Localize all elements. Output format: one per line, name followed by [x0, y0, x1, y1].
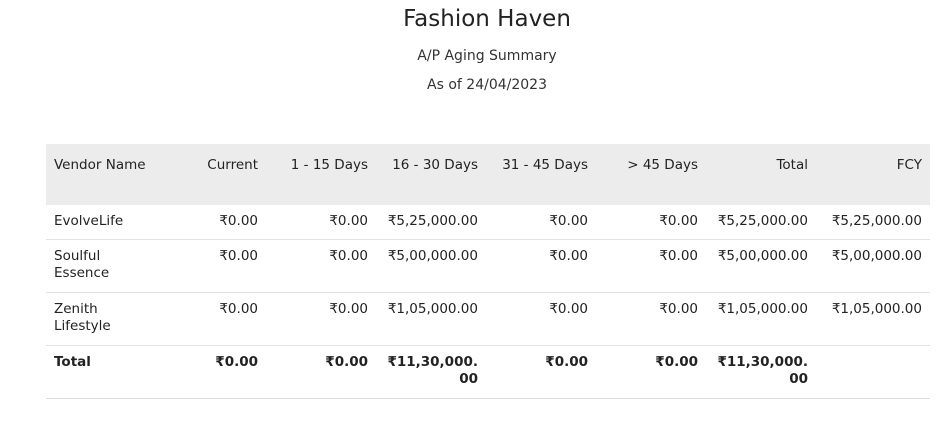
total-days-31-45-cell: ₹0.00: [486, 345, 596, 399]
days-1-15-cell: ₹0.00: [266, 292, 376, 346]
fcy-cell: ₹5,25,000.00: [816, 205, 930, 240]
days-16-30-cell: ₹1,05,000.00: [376, 292, 486, 346]
fcy-cell: ₹5,00,000.00: [816, 239, 930, 293]
days-1-15-cell: ₹0.00: [266, 205, 376, 240]
column-header-total: Total: [706, 144, 816, 205]
total-row: Total ₹0.00 ₹0.00 ₹11,30,000.00 ₹0.00 ₹0…: [46, 345, 930, 399]
total-cell: ₹1,05,000.00: [706, 292, 816, 346]
days-31-45-cell: ₹0.00: [486, 292, 596, 346]
total-days-1-15-cell: ₹0.00: [266, 345, 376, 399]
company-name: Fashion Haven: [403, 6, 571, 32]
vendor-name-cell[interactable]: Soulful Essence: [46, 239, 156, 293]
vendor-name-cell[interactable]: EvolveLife: [46, 205, 156, 240]
days-1-15-cell: ₹0.00: [266, 239, 376, 293]
table-header-row: Vendor Name Current 1 - 15 Days 16 - 30 …: [46, 144, 930, 205]
report-date: As of 24/04/2023: [427, 77, 547, 93]
column-header-over-45-days: > 45 Days: [596, 144, 706, 205]
table-row: Zenith Lifestyle ₹0.00 ₹0.00 ₹1,05,000.0…: [46, 292, 930, 346]
current-cell: ₹0.00: [156, 239, 266, 293]
column-header-vendor: Vendor Name: [46, 144, 156, 205]
total-label: Total: [46, 345, 156, 399]
report-title: A/P Aging Summary: [417, 48, 557, 64]
total-fcy-cell: [816, 345, 930, 399]
column-header-current: Current: [156, 144, 266, 205]
days-31-45-cell: ₹0.00: [486, 205, 596, 240]
total-days-16-30-cell: ₹11,30,000.00: [376, 345, 486, 399]
total-current-cell: ₹0.00: [156, 345, 266, 399]
total-total-cell: ₹11,30,000.00: [706, 345, 816, 399]
total-cell: ₹5,25,000.00: [706, 205, 816, 240]
current-cell: ₹0.00: [156, 292, 266, 346]
column-header-1-15-days: 1 - 15 Days: [266, 144, 376, 205]
fcy-cell: ₹1,05,000.00: [816, 292, 930, 346]
aging-summary-table: Vendor Name Current 1 - 15 Days 16 - 30 …: [46, 144, 930, 399]
table-row: EvolveLife ₹0.00 ₹0.00 ₹5,25,000.00 ₹0.0…: [46, 205, 930, 240]
days-16-30-cell: ₹5,25,000.00: [376, 205, 486, 240]
days-16-30-cell: ₹5,00,000.00: [376, 239, 486, 293]
current-cell: ₹0.00: [156, 205, 266, 240]
column-header-16-30-days: 16 - 30 Days: [376, 144, 486, 205]
days-31-45-cell: ₹0.00: [486, 239, 596, 293]
column-header-31-45-days: 31 - 45 Days: [486, 144, 596, 205]
days-over-45-cell: ₹0.00: [596, 292, 706, 346]
days-over-45-cell: ₹0.00: [596, 205, 706, 240]
total-cell: ₹5,00,000.00: [706, 239, 816, 293]
table-row: Soulful Essence ₹0.00 ₹0.00 ₹5,00,000.00…: [46, 239, 930, 293]
vendor-name-cell[interactable]: Zenith Lifestyle: [46, 292, 156, 346]
total-days-over-45-cell: ₹0.00: [596, 345, 706, 399]
days-over-45-cell: ₹0.00: [596, 239, 706, 293]
column-header-fcy: FCY: [816, 144, 930, 205]
